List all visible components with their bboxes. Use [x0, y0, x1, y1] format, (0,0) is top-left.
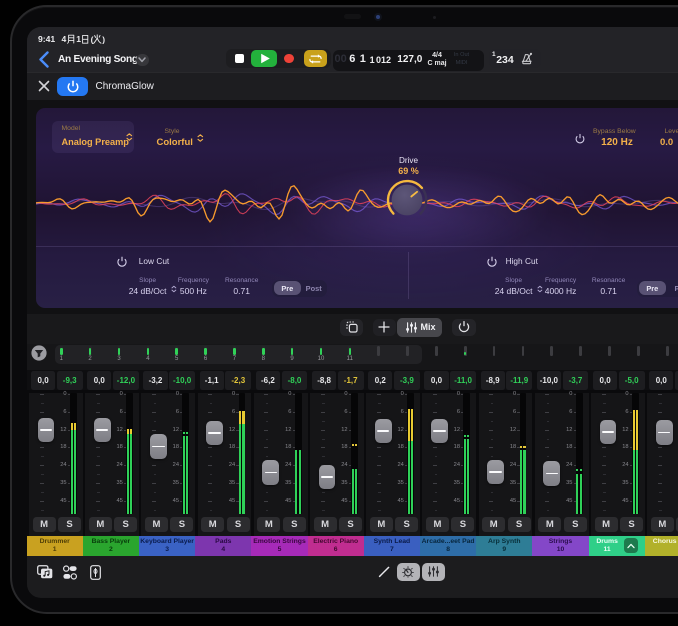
svg-text:4: 4: [62, 34, 67, 44]
svg-text:1: 1: [76, 34, 81, 44]
svg-text:): ): [102, 34, 105, 44]
svg-text:9:41: 9:41: [38, 34, 55, 44]
svg-text:(: (: [91, 34, 94, 44]
